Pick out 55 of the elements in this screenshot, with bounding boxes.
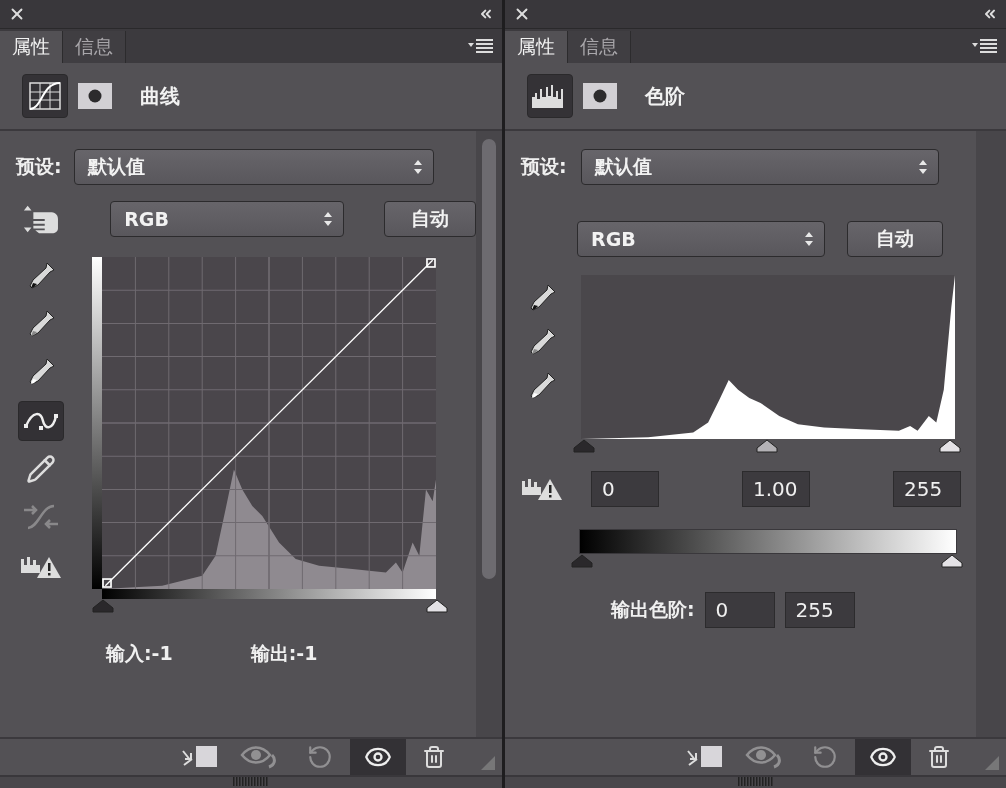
pencil-icon	[26, 454, 56, 484]
resize-grip-icon[interactable]	[984, 755, 1000, 771]
stepper-icon	[804, 231, 814, 247]
input-level-field[interactable]: 1.00	[742, 471, 810, 507]
preset-label: 预设:	[16, 154, 62, 179]
preset-label: 预设:	[521, 154, 567, 179]
scrollbar[interactable]	[476, 131, 502, 737]
output-level-field[interactable]: 0	[704, 592, 775, 628]
trash-icon	[927, 745, 951, 769]
tab[interactable]: 属性	[0, 31, 63, 63]
mask-thumbnail-icon[interactable]	[78, 83, 112, 109]
input-readout: 输入:-1	[106, 641, 173, 666]
auto-button[interactable]: 自动	[847, 221, 943, 257]
input-level-field[interactable]: 0	[591, 471, 659, 507]
stepper-icon	[917, 159, 928, 175]
output-levels-label: 输出色阶:	[611, 597, 695, 622]
reset-icon	[812, 744, 838, 770]
curve-points-icon	[23, 410, 59, 432]
curves-adjustment-icon[interactable]	[22, 74, 68, 118]
drag-grip-icon[interactable]	[737, 777, 774, 786]
slider-handle-icon[interactable]	[426, 599, 448, 613]
curve-graph[interactable]	[102, 257, 436, 589]
slider-handle-icon[interactable]	[573, 439, 595, 453]
tab[interactable]: 信息	[63, 31, 126, 63]
preset-dropdown[interactable]: 默认值	[73, 149, 434, 185]
input-level-field[interactable]: 255	[893, 471, 961, 507]
adjustment-title: 色阶	[645, 82, 685, 110]
stepper-icon	[412, 159, 423, 175]
smooth-icon	[22, 502, 60, 532]
stepper-icon	[322, 211, 333, 227]
menu-icon[interactable]	[468, 38, 494, 54]
scrollbar[interactable]	[976, 131, 1006, 737]
preset-dropdown[interactable]: 默认值	[580, 149, 939, 185]
channel-dropdown[interactable]: RGB	[577, 221, 825, 257]
visibility-button[interactable]	[350, 739, 406, 775]
slider-handle-icon[interactable]	[941, 554, 963, 568]
menu-icon[interactable]	[972, 38, 998, 54]
tab[interactable]: 信息	[568, 31, 631, 63]
tab[interactable]: 属性	[505, 31, 568, 63]
output-level-field[interactable]: 255	[784, 592, 855, 628]
reset-icon	[307, 744, 333, 770]
resize-grip-icon[interactable]	[480, 755, 496, 771]
slider-handle-icon[interactable]	[92, 599, 114, 613]
drag-grip-icon[interactable]	[233, 777, 269, 786]
slider-handle-icon[interactable]	[571, 554, 593, 568]
channel-dropdown[interactable]: RGB	[110, 201, 344, 237]
points-tool[interactable]	[18, 401, 64, 441]
mask-thumbnail-icon[interactable]	[583, 83, 617, 109]
slider-handle-icon[interactable]	[939, 439, 961, 453]
adjustment-title: 曲线	[140, 82, 180, 110]
visibility-button[interactable]	[855, 739, 911, 775]
levels-adjustment-icon[interactable]	[527, 74, 573, 118]
output-readout: 输出:-1	[250, 641, 318, 666]
trash-icon	[422, 745, 446, 769]
auto-button[interactable]: 自动	[384, 201, 476, 237]
